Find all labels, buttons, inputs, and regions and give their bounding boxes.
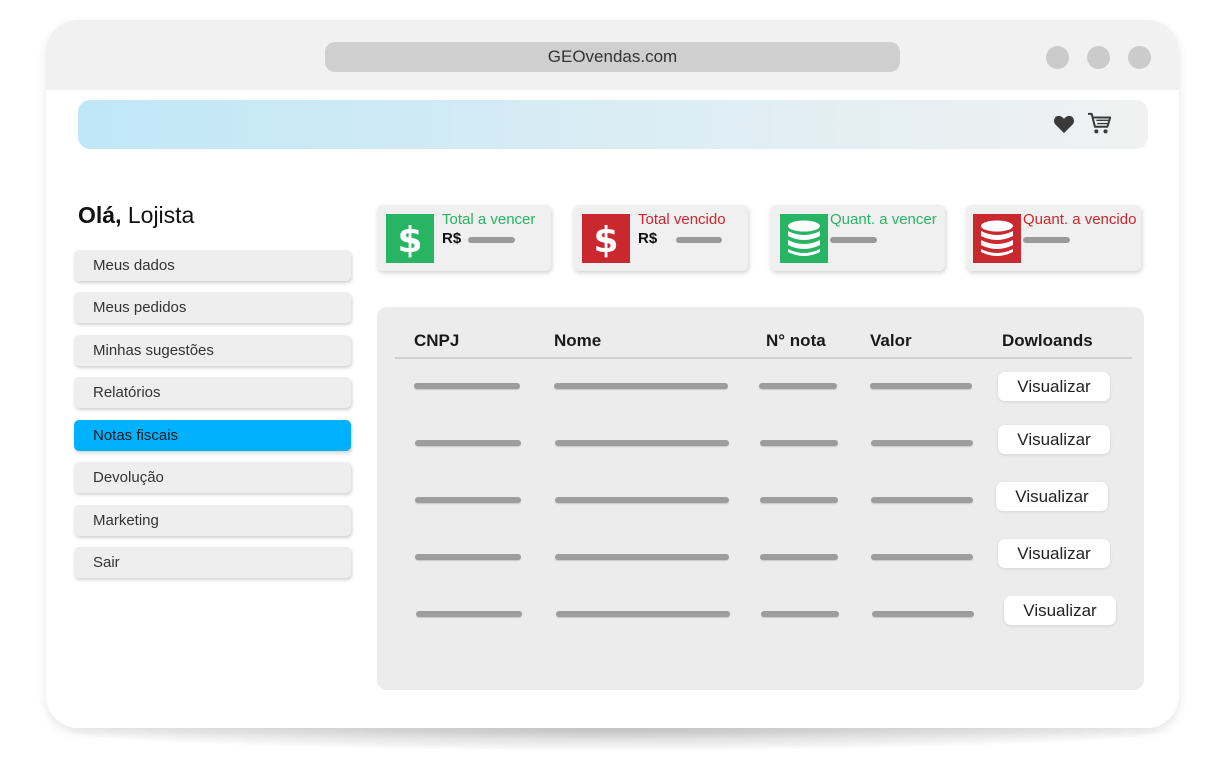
cell-placeholder (760, 554, 838, 560)
visualizar-button[interactable]: Visualizar (1004, 596, 1116, 625)
browser-window: GEOvendas.com Olá, Lojista Meus dados Me… (46, 20, 1179, 728)
database-icon (780, 214, 828, 263)
sidebar-item-relatorios[interactable]: Relatórios (74, 377, 351, 408)
card-label: Quant. a vencer (830, 211, 937, 228)
value-placeholder (830, 237, 877, 243)
sidebar-item-devolucao[interactable]: Devolução (74, 462, 351, 493)
card-total-a-vencer[interactable]: $ Total a vencer R$ (377, 205, 551, 271)
greeting: Olá, Lojista (78, 202, 194, 229)
window-control-dot[interactable] (1128, 46, 1151, 69)
greeting-name: Lojista (127, 202, 195, 228)
visualizar-button[interactable]: Visualizar (998, 372, 1110, 401)
cell-placeholder (415, 440, 521, 446)
card-currency: R$ (638, 230, 658, 247)
visualizar-button[interactable]: Visualizar (996, 482, 1108, 511)
visualizar-button[interactable]: Visualizar (998, 425, 1110, 454)
card-currency: R$ (442, 230, 462, 247)
heart-icon[interactable] (1053, 114, 1075, 134)
svg-text:$: $ (593, 220, 618, 258)
sidebar-item-sair[interactable]: Sair (74, 547, 351, 578)
card-label: Quant. a vencido (1023, 211, 1137, 228)
sidebar-item-meus-pedidos[interactable]: Meus pedidos (74, 292, 351, 323)
cell-placeholder (871, 497, 973, 503)
card-label: Total vencido (638, 211, 726, 228)
cell-placeholder (759, 383, 837, 389)
cell-placeholder (416, 611, 522, 617)
visualizar-button[interactable]: Visualizar (998, 539, 1110, 568)
url-bar[interactable]: GEOvendas.com (325, 42, 900, 72)
value-placeholder (676, 237, 722, 243)
card-quant-a-vencer[interactable]: Quant. a vencer (770, 205, 945, 271)
cell-placeholder (871, 554, 973, 560)
card-quant-a-vencido[interactable]: Quant. a vencido (966, 205, 1141, 271)
cell-placeholder (871, 440, 973, 446)
value-placeholder (1023, 237, 1070, 243)
cell-placeholder (556, 611, 730, 617)
dollar-icon: $ (386, 214, 434, 263)
column-header-nome: Nome (554, 331, 602, 350)
cell-placeholder (415, 497, 521, 503)
header-divider (395, 357, 1132, 359)
cell-placeholder (555, 554, 729, 560)
sidebar-item-marketing[interactable]: Marketing (74, 505, 351, 536)
window-control-dot[interactable] (1046, 46, 1069, 69)
cell-placeholder (870, 383, 972, 389)
cell-placeholder (872, 611, 974, 617)
sidebar-item-meus-dados[interactable]: Meus dados (74, 250, 351, 281)
dollar-icon: $ (582, 214, 630, 263)
card-label: Total a vencer (442, 211, 536, 228)
sidebar-item-notas-fiscais[interactable]: Notas fiscais (74, 420, 351, 451)
card-total-vencido[interactable]: $ Total vencido R$ (573, 205, 748, 271)
site-header-bar (78, 100, 1148, 149)
greeting-bold: Olá, (78, 202, 122, 228)
cell-placeholder (555, 497, 729, 503)
cell-placeholder (554, 383, 728, 389)
column-header-cnpj: CNPJ (414, 331, 460, 350)
invoices-table: CNPJ Nome N° nota Valor Dowloands Visual… (377, 307, 1144, 690)
cart-icon[interactable] (1087, 112, 1113, 136)
column-header-downloads: Dowloands (1002, 331, 1093, 350)
cell-placeholder (760, 440, 838, 446)
column-header-nota: N° nota (766, 331, 826, 350)
cell-placeholder (414, 383, 520, 389)
cell-placeholder (415, 554, 521, 560)
cell-placeholder (760, 497, 838, 503)
database-icon (973, 214, 1021, 263)
sidebar-item-minhas-sugestoes[interactable]: Minhas sugestões (74, 335, 351, 366)
cell-placeholder (761, 611, 839, 617)
cell-placeholder (555, 440, 729, 446)
value-placeholder (468, 237, 515, 243)
browser-chrome: GEOvendas.com (46, 20, 1179, 90)
column-header-valor: Valor (870, 331, 912, 350)
window-control-dot[interactable] (1087, 46, 1110, 69)
svg-text:$: $ (397, 220, 422, 258)
